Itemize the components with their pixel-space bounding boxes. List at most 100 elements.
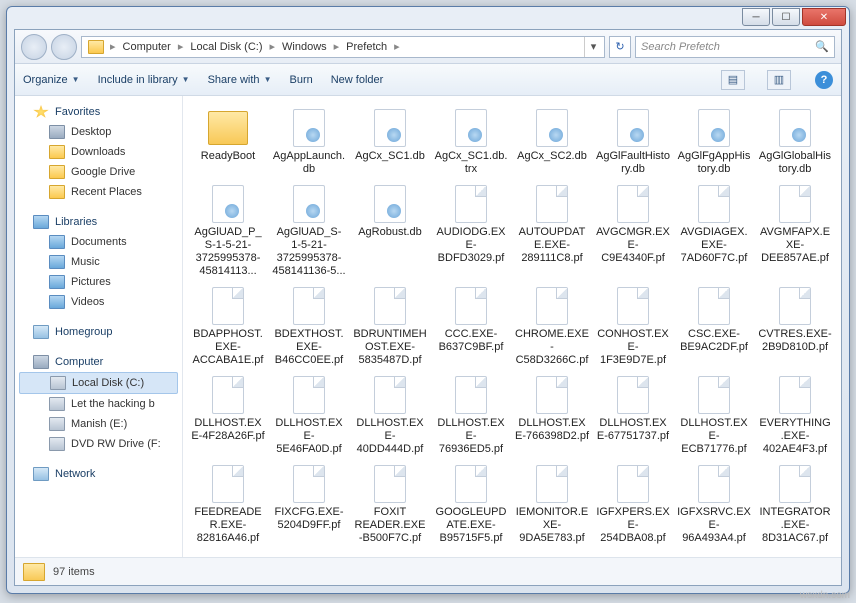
file-item[interactable]: DLLHOST.EXE-40DD444D.pf bbox=[351, 373, 429, 458]
sidebar-item-disk[interactable]: Let the hacking b bbox=[15, 394, 182, 414]
file-item[interactable]: AVGDIAGEX.EXE-7AD60F7C.pf bbox=[675, 182, 753, 280]
search-input[interactable]: Search Prefetch 🔍 bbox=[635, 36, 835, 58]
settings-file-icon bbox=[449, 108, 493, 148]
file-item[interactable]: BDEXTHOST.EXE-B46CC0EE.pf bbox=[270, 284, 348, 369]
file-item[interactable]: BDAPPHOST.EXE-ACCABA1E.pf bbox=[189, 284, 267, 369]
chevron-icon[interactable]: ▸ bbox=[176, 40, 186, 53]
forward-button[interactable] bbox=[51, 34, 77, 60]
organize-button[interactable]: Organize▼ bbox=[23, 74, 80, 86]
maximize-button[interactable]: ☐ bbox=[772, 8, 800, 26]
file-name: AgCx_SC1.db.trx bbox=[434, 150, 508, 176]
close-button[interactable]: ✕ bbox=[802, 8, 846, 26]
file-item[interactable]: FEEDREADER.EXE-82816A46.pf bbox=[189, 462, 267, 547]
file-item[interactable]: DLLHOST.EXE-766398D2.pf bbox=[513, 373, 591, 458]
include-library-button[interactable]: Include in library▼ bbox=[98, 74, 190, 86]
toolbar: Organize▼ Include in library▼ Share with… bbox=[15, 64, 841, 96]
network-header[interactable]: Network bbox=[15, 464, 182, 484]
favorites-header[interactable]: Favorites bbox=[15, 102, 182, 122]
settings-file-icon bbox=[287, 184, 331, 224]
sidebar-item-downloads[interactable]: Downloads bbox=[15, 142, 182, 162]
homegroup-header[interactable]: Homegroup bbox=[15, 322, 182, 342]
file-item[interactable]: AgRobust.db bbox=[351, 182, 429, 280]
file-item[interactable]: IEMONITOR.EXE-9DA5E783.pf bbox=[513, 462, 591, 547]
sidebar-item-pictures[interactable]: Pictures bbox=[15, 272, 182, 292]
sidebar-item-music[interactable]: Music bbox=[15, 252, 182, 272]
file-item[interactable]: ReadyBoot bbox=[189, 106, 267, 178]
breadcrumb-seg[interactable]: Prefetch bbox=[341, 41, 392, 53]
help-button[interactable]: ? bbox=[815, 71, 833, 89]
file-item[interactable]: AgGlFgAppHistory.db bbox=[675, 106, 753, 178]
file-item[interactable]: AgGlUAD_S-1-5-21-3725995378-458141136-5.… bbox=[270, 182, 348, 280]
breadcrumb[interactable]: ▸ Computer ▸ Local Disk (C:) ▸ Windows ▸… bbox=[81, 36, 605, 58]
file-icon bbox=[530, 375, 574, 415]
file-item[interactable]: AVGMFAPX.EXE-DEE857AE.pf bbox=[756, 182, 834, 280]
libraries-header[interactable]: Libraries bbox=[15, 212, 182, 232]
sidebar-item-dvd-rw[interactable]: DVD RW Drive (F: bbox=[15, 434, 182, 454]
file-item[interactable]: AVGCMGR.EXE-C9E4340F.pf bbox=[594, 182, 672, 280]
file-icon bbox=[449, 286, 493, 326]
file-name: GOOGLEUPDATE.EXE-B95715F5.pf bbox=[434, 506, 508, 545]
file-item[interactable]: AgGlGlobalHistory.db bbox=[756, 106, 834, 178]
file-item[interactable]: EVERYTHING.EXE-402AE4F3.pf bbox=[756, 373, 834, 458]
file-item[interactable]: DLLHOST.EXE-ECB71776.pf bbox=[675, 373, 753, 458]
minimize-button[interactable]: ─ bbox=[742, 8, 770, 26]
file-item[interactable]: CHROME.EXE-C58D3266C.pf bbox=[513, 284, 591, 369]
sidebar-item-recent[interactable]: Recent Places bbox=[15, 182, 182, 202]
desktop-icon bbox=[49, 125, 65, 139]
chevron-icon[interactable]: ▸ bbox=[108, 40, 118, 53]
file-item[interactable]: AUTOUPDATE.EXE-289111C8.pf bbox=[513, 182, 591, 280]
refresh-button[interactable]: ↻ bbox=[609, 36, 631, 58]
address-dropdown[interactable]: ▾ bbox=[584, 37, 602, 57]
chevron-icon[interactable]: ▸ bbox=[332, 40, 342, 53]
share-with-button[interactable]: Share with▼ bbox=[208, 74, 272, 86]
file-item[interactable]: AgCx_SC1.db bbox=[351, 106, 429, 178]
chevron-icon[interactable]: ▸ bbox=[392, 40, 402, 53]
file-item[interactable]: BDRUNTIMEHOST.EXE-5835487D.pf bbox=[351, 284, 429, 369]
settings-file-icon bbox=[773, 108, 817, 148]
file-name: IGFXPERS.EXE-254DBA08.pf bbox=[596, 506, 670, 545]
sidebar-item-local-disk-c[interactable]: Local Disk (C:) bbox=[19, 372, 178, 394]
file-item[interactable]: AUDIODG.EXE-BDFD3029.pf bbox=[432, 182, 510, 280]
file-item[interactable]: AgCx_SC1.db.trx bbox=[432, 106, 510, 178]
file-item[interactable]: DLLHOST.EXE-67751737.pf bbox=[594, 373, 672, 458]
file-item[interactable]: AgCx_SC2.db bbox=[513, 106, 591, 178]
file-item[interactable]: DLLHOST.EXE-5E46FA0D.pf bbox=[270, 373, 348, 458]
file-item[interactable]: DLLHOST.EXE-4F28A26F.pf bbox=[189, 373, 267, 458]
breadcrumb-seg[interactable]: Windows bbox=[277, 41, 332, 53]
file-item[interactable]: IGFXPERS.EXE-254DBA08.pf bbox=[594, 462, 672, 547]
file-item[interactable]: CSC.EXE-BE9AC2DF.pf bbox=[675, 284, 753, 369]
breadcrumb-seg[interactable]: Computer bbox=[118, 41, 176, 53]
file-item[interactable]: FIXCFG.EXE-5204D9FF.pf bbox=[270, 462, 348, 547]
computer-header[interactable]: Computer bbox=[15, 352, 182, 372]
view-options-button[interactable]: ▤ bbox=[721, 70, 745, 90]
file-item[interactable]: CCC.EXE-B637C9BF.pf bbox=[432, 284, 510, 369]
file-item[interactable]: CONHOST.EXE-1F3E9D7E.pf bbox=[594, 284, 672, 369]
file-list[interactable]: ReadyBootAgAppLaunch.dbAgCx_SC1.dbAgCx_S… bbox=[183, 96, 841, 557]
file-name: AgGlFgAppHistory.db bbox=[677, 150, 751, 176]
file-item[interactable]: GOOGLEUPDATE.EXE-B95715F5.pf bbox=[432, 462, 510, 547]
file-name: AUDIODG.EXE-BDFD3029.pf bbox=[434, 226, 508, 265]
burn-button[interactable]: Burn bbox=[289, 74, 312, 86]
file-item[interactable]: FOXIT READER.EXE-B500F7C.pf bbox=[351, 462, 429, 547]
file-item[interactable]: AgGlUAD_P_S-1-5-21-3725995378-45814113..… bbox=[189, 182, 267, 280]
sidebar-item-manish-e[interactable]: Manish (E:) bbox=[15, 414, 182, 434]
sidebar-item-videos[interactable]: Videos bbox=[15, 292, 182, 312]
file-item[interactable]: IGFXSRVC.EXE-96A493A4.pf bbox=[675, 462, 753, 547]
file-name: CONHOST.EXE-1F3E9D7E.pf bbox=[596, 328, 670, 367]
file-name: DLLHOST.EXE-67751737.pf bbox=[596, 417, 670, 443]
new-folder-button[interactable]: New folder bbox=[331, 74, 384, 86]
file-item[interactable]: AgGlFaultHistory.db bbox=[594, 106, 672, 178]
file-item[interactable]: INTEGRATOR.EXE-8D31AC67.pf bbox=[756, 462, 834, 547]
file-item[interactable]: AgAppLaunch.db bbox=[270, 106, 348, 178]
file-icon bbox=[449, 375, 493, 415]
chevron-icon[interactable]: ▸ bbox=[267, 40, 277, 53]
preview-pane-button[interactable]: ▥ bbox=[767, 70, 791, 90]
sidebar-item-documents[interactable]: Documents bbox=[15, 232, 182, 252]
sidebar-item-desktop[interactable]: Desktop bbox=[15, 122, 182, 142]
sidebar-item-google-drive[interactable]: Google Drive bbox=[15, 162, 182, 182]
file-item[interactable]: CVTRES.EXE-2B9D810D.pf bbox=[756, 284, 834, 369]
file-item[interactable]: DLLHOST.EXE-76936ED5.pf bbox=[432, 373, 510, 458]
back-button[interactable] bbox=[21, 34, 47, 60]
search-icon: 🔍 bbox=[815, 40, 829, 53]
breadcrumb-seg[interactable]: Local Disk (C:) bbox=[185, 41, 267, 53]
